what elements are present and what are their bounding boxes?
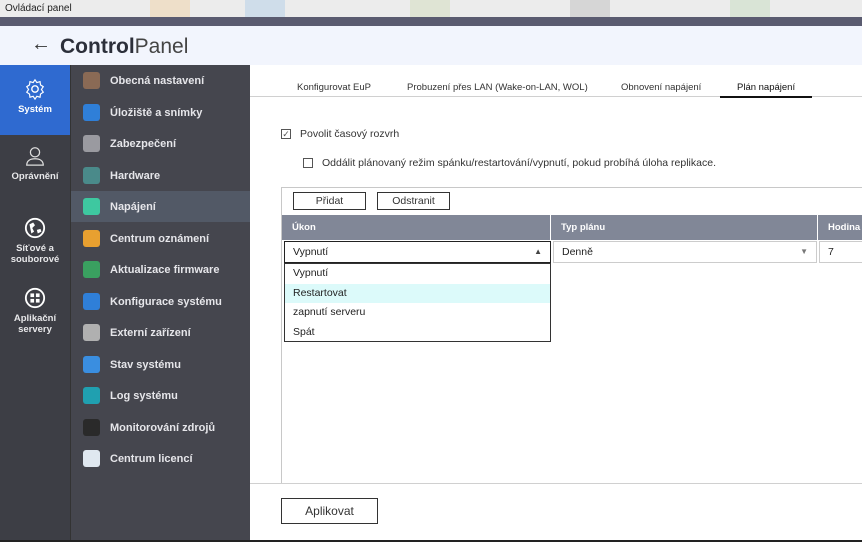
submenu-item-label: Monitorování zdrojů <box>110 421 216 434</box>
submenu-item[interactable]: Monitorování zdrojů <box>71 412 251 443</box>
submenu-item-label: Aktualizace firmware <box>110 263 220 276</box>
submenu-item-icon <box>83 167 100 184</box>
app-title: ControlPanel <box>60 35 189 58</box>
app-header: ← ControlPanel <box>0 26 862 65</box>
submenu-item-label: Hardware <box>110 169 161 182</box>
background-app-icon <box>570 0 610 17</box>
submenu-item-icon <box>83 293 100 310</box>
checkbox-checked-icon[interactable]: ✓ <box>281 129 291 139</box>
user-icon <box>26 147 44 166</box>
submenu-item-icon <box>83 324 100 341</box>
submenu-item-label: Externí zařízení <box>110 326 191 339</box>
submenu-item-icon <box>83 198 100 215</box>
submenu-item[interactable]: Externí zařízení <box>71 317 251 348</box>
submenu-item[interactable]: Konfigurace systému <box>71 286 251 317</box>
tab-eup[interactable]: Konfigurovat EuP <box>297 82 371 97</box>
submenu-item-label: Konfigurace systému <box>110 295 222 308</box>
option-restart[interactable]: Restartovat <box>285 283 550 303</box>
option-shutdown[interactable]: Vypnutí <box>285 264 550 284</box>
tab-bar: Konfigurovat EuP Probuzení přes LAN (Wak… <box>250 65 862 98</box>
remove-button[interactable]: Odstranit <box>377 192 450 210</box>
submenu-item-icon <box>83 104 100 121</box>
submenu-item[interactable]: Hardware <box>71 160 251 191</box>
arrow-left-icon[interactable]: ← <box>31 33 51 56</box>
rail-label: Aplikační servery <box>13 313 57 335</box>
window-titlebar: Ovládací panel <box>0 0 862 17</box>
submenu-item-icon <box>83 419 100 436</box>
submenu-item[interactable]: Zabezpečení <box>71 128 251 159</box>
tab-power-schedule[interactable]: Plán napájení <box>720 82 813 98</box>
rail-label: Oprávnění <box>11 171 59 182</box>
submenu-item-label: Obecná nastavení <box>110 74 205 87</box>
submenu-item[interactable]: Napájení <box>71 191 251 222</box>
rail-item-privileges[interactable]: Oprávnění <box>0 145 70 182</box>
submenu-item-icon <box>83 387 100 404</box>
caret-down-icon: ▼ <box>800 247 808 256</box>
submenu-item-label: Centrum licencí <box>110 452 193 465</box>
select-value: Denně <box>562 246 593 258</box>
submenu-item-label: Stav systému <box>110 358 181 371</box>
window-title: Ovládací panel <box>5 3 72 14</box>
submenu-item-label: Centrum oznámení <box>110 232 210 245</box>
action-select[interactable]: Vypnutí ▲ <box>284 241 551 263</box>
column-header-action[interactable]: Úkon <box>282 215 551 240</box>
rail-item-system[interactable]: Systém <box>0 65 70 135</box>
submenu-item-label: Zabezpečení <box>110 137 177 150</box>
rail-item-network[interactable]: Síťové a souborové <box>0 217 70 267</box>
category-rail: Systém Oprávnění Síťové a souborové Apli… <box>0 65 70 540</box>
submenu-item-icon <box>83 356 100 373</box>
checkbox-label: Oddálit plánovaný režim spánku/restartov… <box>322 157 716 169</box>
hour-select[interactable]: 7 <box>819 241 862 263</box>
submenu-item-icon <box>83 450 100 467</box>
submenu-item-label: Napájení <box>110 200 156 213</box>
submenu-item[interactable]: Aktualizace firmware <box>71 254 251 285</box>
background-app-icon <box>410 0 450 17</box>
action-dropdown-list: Vypnutí Restartovat zapnutí serveru Spát <box>284 263 551 342</box>
submenu-item[interactable]: Centrum oznámení <box>71 223 251 254</box>
background-app-icon <box>150 0 190 17</box>
apply-button[interactable]: Aplikovat <box>281 498 378 524</box>
submenu: Obecná nastavení Úložiště a snímky Zabezpe… <box>70 65 251 540</box>
submenu-item-label: Log systému <box>110 389 178 402</box>
submenu-item[interactable]: Stav systému <box>71 349 251 380</box>
schedule-table: Přidat Odstranit Úkon Typ plánu Hodina V… <box>281 187 862 484</box>
submenu-item[interactable]: Obecná nastavení <box>71 65 251 96</box>
apps-grid-icon <box>24 287 46 309</box>
add-button[interactable]: Přidat <box>293 192 366 210</box>
caret-up-icon: ▲ <box>534 247 542 256</box>
gear-icon <box>25 78 45 100</box>
column-header-schedule-type[interactable]: Typ plánu <box>551 215 818 240</box>
submenu-item-label: Úložiště a snímky <box>110 106 203 119</box>
rail-label: Systém <box>18 104 52 115</box>
footer-divider <box>250 483 862 484</box>
background-app-icon <box>245 0 285 17</box>
option-sleep[interactable]: Spát <box>285 323 550 343</box>
submenu-item-icon <box>83 261 100 278</box>
submenu-item-icon <box>83 135 100 152</box>
select-value: 7 <box>828 246 834 258</box>
option-power-on[interactable]: zapnutí serveru <box>285 303 550 323</box>
column-header-hour[interactable]: Hodina <box>818 215 862 240</box>
submenu-item[interactable]: Úložiště a snímky <box>71 97 251 128</box>
tab-wol[interactable]: Probuzení přes LAN (Wake-on-LAN, WOL) <box>407 82 588 97</box>
window-band <box>0 17 862 26</box>
main-panel: Konfigurovat EuP Probuzení přes LAN (Wak… <box>250 65 862 540</box>
enable-schedule-checkbox[interactable]: ✓ Povolit časový rozvrh <box>281 128 399 140</box>
tab-power-recovery[interactable]: Obnovení napájení <box>621 82 701 97</box>
rail-item-app-servers[interactable]: Aplikační servery <box>0 287 70 335</box>
rail-label: Síťové a souborové <box>10 243 60 265</box>
checkbox-unchecked-icon[interactable] <box>303 158 313 168</box>
globe-icon <box>24 217 46 239</box>
submenu-item[interactable]: Log systému <box>71 380 251 411</box>
select-value: Vypnutí <box>293 246 329 258</box>
delay-replication-checkbox[interactable]: Oddálit plánovaný režim spánku/restartov… <box>303 157 716 169</box>
submenu-item[interactable]: Centrum licencí <box>71 443 251 474</box>
checkbox-label: Povolit časový rozvrh <box>300 128 400 140</box>
table-header: Úkon Typ plánu Hodina <box>282 215 862 240</box>
schedule-type-select[interactable]: Denně ▼ <box>553 241 817 263</box>
background-app-icon <box>730 0 770 17</box>
submenu-item-icon <box>83 72 100 89</box>
submenu-item-icon <box>83 230 100 247</box>
